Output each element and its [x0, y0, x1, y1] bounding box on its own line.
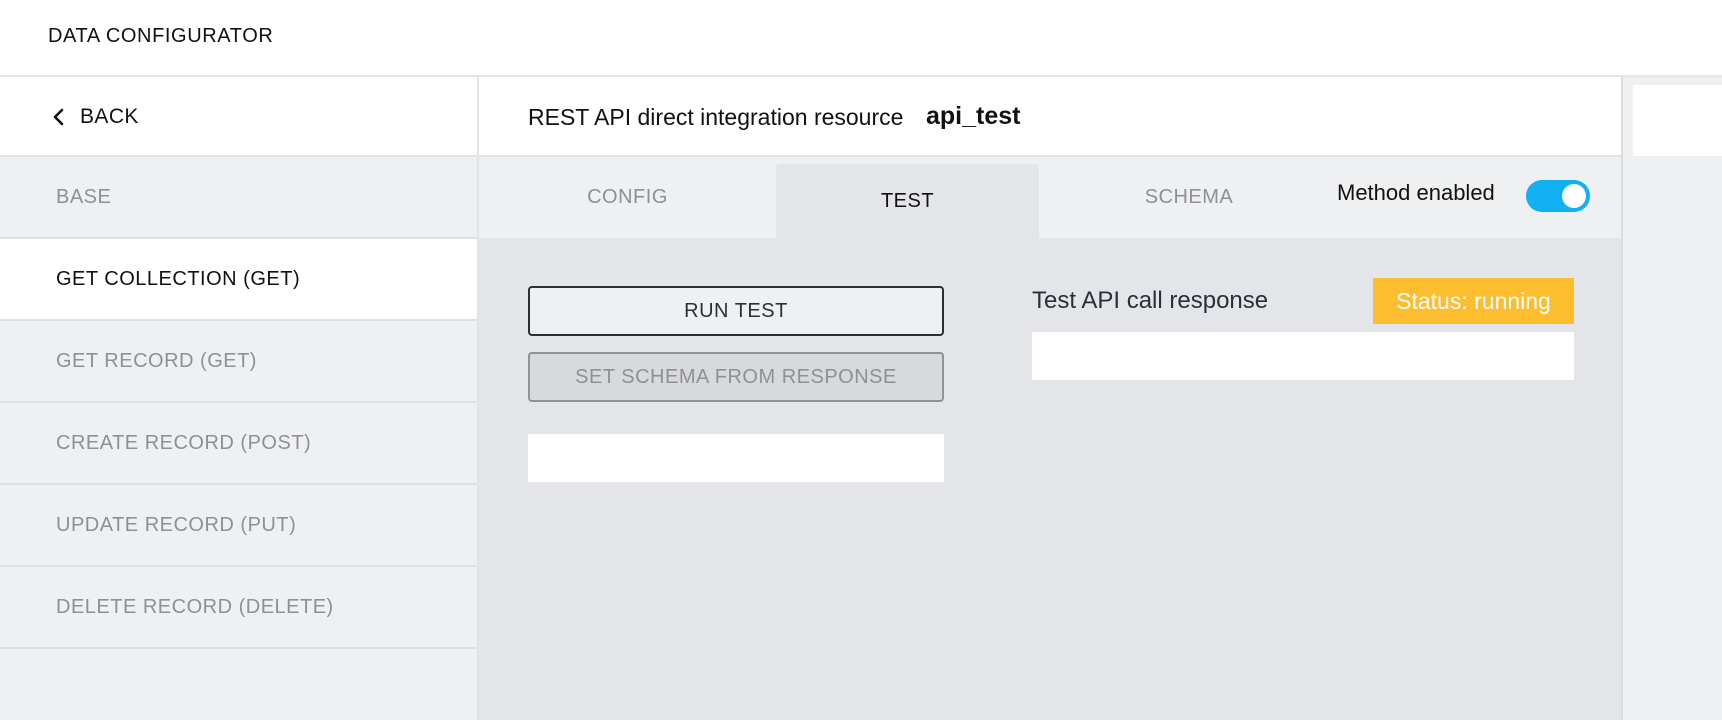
- response-output-field[interactable]: [1032, 332, 1574, 380]
- app-header: DATA CONFIGURATOR: [0, 0, 1722, 77]
- tab-label: CONFIG: [587, 186, 668, 208]
- method-enabled-toggle[interactable]: [1526, 180, 1590, 212]
- method-enabled-label: Method enabled: [1337, 180, 1495, 205]
- sidebar: BACK BASE GET COLLECTION (GET) GET RECOR…: [0, 77, 479, 720]
- sidebar-item-get-record[interactable]: GET RECORD (GET): [0, 321, 477, 403]
- method-nav: BASE GET COLLECTION (GET) GET RECORD (GE…: [0, 157, 477, 649]
- right-gutter: [1623, 77, 1722, 720]
- back-button[interactable]: BACK: [0, 77, 477, 157]
- sidebar-item-base[interactable]: BASE: [0, 157, 477, 239]
- sidebar-item-label: DELETE RECORD (DELETE): [56, 595, 334, 618]
- resource-type-label: REST API direct integration resource: [528, 104, 904, 130]
- tab-config[interactable]: CONFIG: [479, 157, 776, 238]
- sidebar-item-label: GET COLLECTION (GET): [56, 267, 301, 290]
- sidebar-item-get-collection[interactable]: GET COLLECTION (GET): [0, 239, 477, 321]
- main-panel: REST API direct integration resource api…: [479, 77, 1623, 720]
- set-schema-from-response-button[interactable]: SET SCHEMA FROM RESPONSE: [528, 352, 944, 402]
- sidebar-item-delete-record[interactable]: DELETE RECORD (DELETE): [0, 567, 477, 649]
- tab-label: TEST: [880, 189, 935, 212]
- response-title: Test API call response: [1032, 287, 1269, 314]
- sidebar-item-label: CREATE RECORD (POST): [56, 431, 312, 454]
- chevron-left-icon: [53, 108, 64, 126]
- toggle-knob: [1562, 184, 1586, 208]
- sidebar-item-label: UPDATE RECORD (PUT): [56, 513, 297, 536]
- status-badge: Status: running: [1373, 278, 1574, 324]
- tab-label: SCHEMA: [1144, 186, 1234, 208]
- resource-header: REST API direct integration resource api…: [479, 77, 1621, 157]
- back-label: BACK: [80, 105, 139, 128]
- sidebar-item-label: GET RECORD (GET): [56, 349, 257, 372]
- resource-name: api_test: [926, 102, 1021, 130]
- run-test-button[interactable]: RUN TEST: [528, 286, 944, 336]
- sidebar-item-label: BASE: [56, 185, 112, 208]
- test-input-field[interactable]: [528, 434, 944, 482]
- sidebar-item-create-record[interactable]: CREATE RECORD (POST): [0, 403, 477, 485]
- right-panel-header: [1633, 85, 1722, 156]
- app-title: DATA CONFIGURATOR: [48, 25, 274, 47]
- sidebar-item-update-record[interactable]: UPDATE RECORD (PUT): [0, 485, 477, 567]
- tab-test[interactable]: TEST: [776, 164, 1039, 238]
- tab-schema[interactable]: SCHEMA: [1039, 157, 1339, 238]
